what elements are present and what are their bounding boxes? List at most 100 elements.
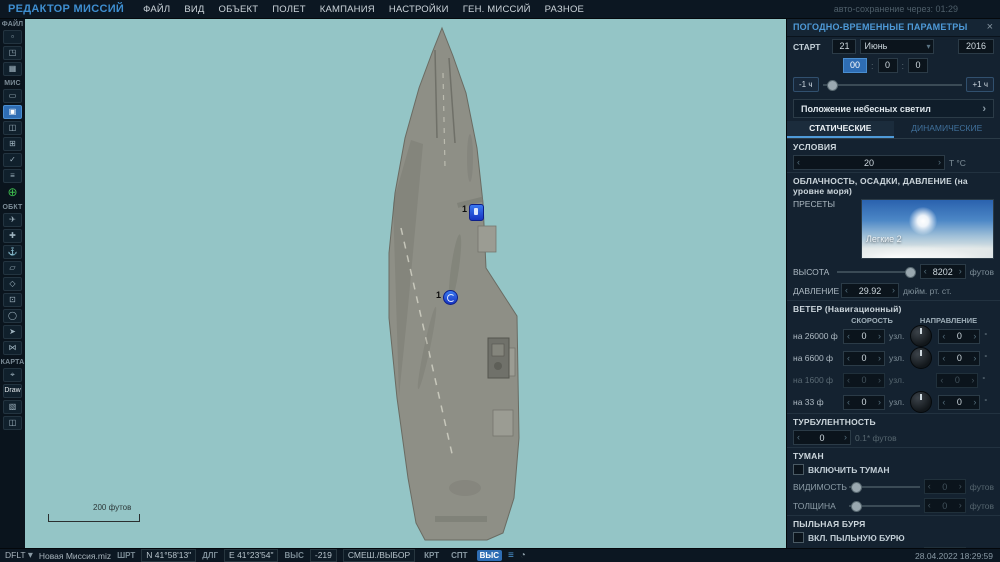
coord-mode-box[interactable]: СМЕШ./ВЫБОР [342,549,416,562]
time-slider-thumb[interactable] [826,79,838,91]
spinner-increment-icon[interactable]: › [956,265,965,278]
menu-campaign[interactable]: КАМПАНИЯ [313,4,382,15]
open-mission-icon[interactable]: ◳ [3,46,22,60]
spinner-increment-icon[interactable]: › [875,396,884,409]
spinner-decrement-icon[interactable]: ‹ [844,352,853,365]
menu-flight[interactable]: ПОЛЕТ [265,4,313,15]
wind-direction-spinner-26000[interactable]: ‹ 0 › [938,328,981,344]
wind-direction-knob-6600[interactable] [910,347,933,369]
spinner-decrement-icon[interactable]: ‹ [794,431,803,444]
layers-icon[interactable]: ▧ [3,400,22,414]
template-icon[interactable]: ⊡ [3,293,22,307]
minus-hour-button[interactable]: -1 ч [793,77,819,92]
tab-dynamic[interactable]: ДИНАМИЧЕСКИЕ [894,121,1000,136]
menu-settings[interactable]: НАСТРОЙКИ [382,4,456,15]
vehicle-icon[interactable]: ▱ [3,261,22,275]
helicopter-icon[interactable]: ✚ [3,229,22,243]
month-select[interactable]: Июнь ▾ [860,39,935,54]
static-object-icon[interactable]: ◇ [3,277,22,291]
zone-icon[interactable]: ◯ [3,309,22,323]
spinner-decrement-icon[interactable]: ‹ [939,330,948,343]
unit-marker-2[interactable]: 1 [436,290,459,305]
celestial-position-button[interactable]: Положение небесных светил › [793,99,994,118]
map-canvas[interactable]: 1 1 200 футов [25,18,787,548]
unit-marker-1[interactable]: 1 [462,204,485,221]
measure-icon[interactable]: ⌖ [3,368,22,382]
validate-icon[interactable]: ✓ [3,153,22,167]
spinner-decrement-icon[interactable]: ‹ [844,330,853,343]
tab-static[interactable]: СТАТИЧЕСКИЕ [787,121,894,138]
dust-enable-checkbox[interactable] [793,532,804,543]
layers-icon[interactable]: ≡ [508,550,514,561]
group-icon[interactable]: ⋈ [3,341,22,355]
day-input[interactable]: 21 [832,39,857,54]
pressure-spinner[interactable]: ‹ 29.92 › [841,283,899,298]
spinner-increment-icon[interactable]: › [875,330,884,343]
spinner-decrement-icon[interactable]: ‹ [844,396,853,409]
route-icon[interactable]: ➤ [3,325,22,339]
spinner-increment-icon[interactable]: › [970,352,979,365]
clock-icon[interactable]: ◔ [520,550,526,561]
wind-direction-knob-33[interactable] [910,391,933,413]
spinner-increment-icon[interactable]: › [875,352,884,365]
aircraft-icon[interactable]: ✈ [3,213,22,227]
triggers-icon[interactable]: ◫ [3,121,22,135]
spinner-decrement-icon[interactable]: ‹ [939,396,948,409]
menu-file[interactable]: ФАЙЛ [136,4,177,15]
wind-row-label: на 6600 ф [793,353,834,363]
wind-speed-spinner-6600[interactable]: ‹ 0 › [843,350,885,366]
unit-icon[interactable] [469,204,485,221]
plus-hour-button[interactable]: +1 ч [966,77,994,92]
list-icon[interactable]: ≡ [3,169,22,183]
year-input[interactable]: 2016 [958,39,994,54]
menu-misc[interactable]: РАЗНОЕ [538,4,591,15]
turbulence-spinner[interactable]: ‹ 0 › [793,430,851,445]
wind-direction-knob-26000[interactable] [910,325,933,347]
spinner-increment-icon[interactable]: › [970,396,979,409]
altitude-slider-thumb[interactable] [904,266,916,278]
minutes-input[interactable]: 0 [877,58,898,73]
menu-view[interactable]: ВИД [177,4,211,15]
time-slider[interactable] [822,79,963,91]
wind-speed-spinner-33[interactable]: ‹ 0 › [843,394,885,410]
add-object-icon[interactable]: ⊕ [3,185,22,200]
spinner-decrement-icon[interactable]: ‹ [842,284,851,297]
spinner-decrement-icon[interactable]: ‹ [939,352,948,365]
wind-speed-spinner-26000[interactable]: ‹ 0 › [843,328,885,344]
fog-thickness-slider[interactable] [849,500,920,512]
cloud-preset-image[interactable]: Легкие 2 [861,199,994,259]
unit-icon[interactable] [443,290,459,305]
toggle-satellite-layer[interactable]: СПТ [448,551,470,560]
toggle-map-layer[interactable]: КРТ [421,551,442,560]
spinner-increment-icon[interactable]: › [889,284,898,297]
wind-direction-spinner-6600[interactable]: ‹ 0 › [938,350,981,366]
fog-visibility-slider[interactable] [849,481,920,493]
spinner-increment-icon[interactable]: › [841,431,850,444]
altitude-slider[interactable] [837,266,916,278]
fog-visibility-thumb[interactable] [851,481,863,493]
briefing-icon[interactable]: ▭ [3,89,22,103]
wind-direction-spinner-33[interactable]: ‹ 0 › [938,394,981,410]
save-mission-icon[interactable]: ▦ [3,62,22,76]
seconds-input[interactable]: 0 [908,58,929,73]
spinner-decrement-icon[interactable]: ‹ [794,156,803,169]
goals-icon[interactable]: ⊞ [3,137,22,151]
close-icon[interactable]: × [980,21,1000,33]
spinner-increment-icon[interactable]: › [970,330,979,343]
temperature-spinner[interactable]: ‹ 20 › [793,155,945,170]
fog-enable-checkbox[interactable] [793,464,804,475]
toggle-altitude-layer[interactable]: ВЫС [476,550,502,561]
spinner-decrement-icon[interactable]: ‹ [921,265,930,278]
hours-input[interactable]: 00 [843,58,867,73]
menu-gen-mission[interactable]: ГЕН. МИССИЙ [456,4,538,15]
theme-select[interactable]: DFLT ▾ [5,550,33,561]
draw-button[interactable]: Draw [3,384,22,398]
map-options-icon[interactable]: ▣ [3,105,22,119]
ship-icon[interactable]: ⚓ [3,245,22,259]
menu-object[interactable]: ОБЪЕКТ [212,4,266,15]
new-mission-icon[interactable]: ▫ [3,30,22,44]
spinner-increment-icon[interactable]: › [935,156,944,169]
altitude-spinner[interactable]: ‹ 8202 › [919,264,966,279]
fog-thickness-thumb[interactable] [851,500,863,512]
grid-icon[interactable]: ◫ [3,416,22,430]
